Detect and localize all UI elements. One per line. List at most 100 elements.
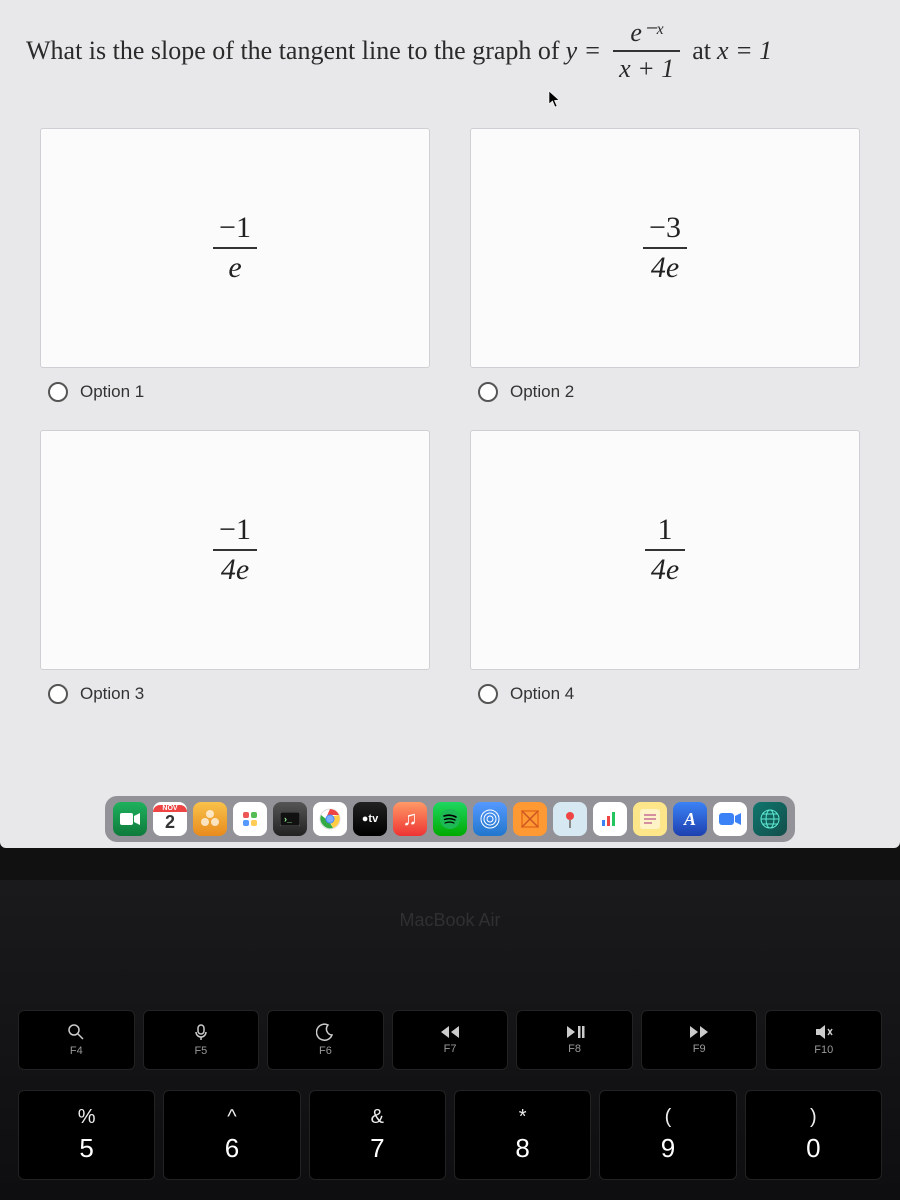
key-f5-label: F5 xyxy=(194,1045,207,1057)
mic-icon xyxy=(192,1023,210,1041)
dock-terminal-icon[interactable]: ›_ xyxy=(273,802,307,836)
option-4-card[interactable]: 1 4e xyxy=(470,430,860,670)
cursor-icon xyxy=(548,90,562,108)
dock-spotify-icon[interactable] xyxy=(433,802,467,836)
dock-app-icon-2[interactable] xyxy=(513,802,547,836)
number-key-row: % 5 ^ 6 & 7 * 8 ( 9 ) 0 xyxy=(0,1080,900,1190)
question-yeq: y = xyxy=(566,36,602,66)
key-7[interactable]: & 7 xyxy=(309,1090,446,1180)
fast-forward-icon xyxy=(688,1025,710,1039)
key-6-number: 6 xyxy=(225,1133,239,1164)
key-f5[interactable]: F5 xyxy=(143,1010,260,1070)
dock-stats-icon[interactable] xyxy=(593,802,627,836)
option-2-radio[interactable] xyxy=(478,382,498,402)
dock-chrome-icon[interactable] xyxy=(313,802,347,836)
dock-photos-icon[interactable] xyxy=(193,802,227,836)
key-5-number: 5 xyxy=(79,1133,93,1164)
question-at: at xyxy=(692,36,711,66)
macbook-label: MacBook Air xyxy=(0,880,900,1000)
option-2-radio-row[interactable]: Option 2 xyxy=(470,368,860,406)
option-4-block: 1 4e Option 4 xyxy=(470,430,860,708)
key-f8-label: F8 xyxy=(568,1043,581,1055)
key-0-symbol: ) xyxy=(810,1106,817,1129)
key-8-symbol: * xyxy=(519,1106,527,1129)
option-3-card[interactable]: −1 4e xyxy=(40,430,430,670)
option-3-radio[interactable] xyxy=(48,684,68,704)
key-5[interactable]: % 5 xyxy=(18,1090,155,1180)
key-f6-label: F6 xyxy=(319,1045,332,1057)
option-4-numerator: 1 xyxy=(651,513,678,547)
option-2-label: Option 2 xyxy=(510,382,574,402)
option-3-numerator: −1 xyxy=(213,513,257,547)
calendar-month: NOV xyxy=(153,805,187,812)
dock-music-icon[interactable]: ♫ xyxy=(393,802,427,836)
key-f7[interactable]: F7 xyxy=(392,1010,509,1070)
key-6[interactable]: ^ 6 xyxy=(163,1090,300,1180)
dock-airdrop-icon[interactable] xyxy=(473,802,507,836)
dock-tv-label: ●tv xyxy=(362,813,378,825)
function-key-row: F4 F5 F6 F7 F8 F9 F10 xyxy=(0,1000,900,1080)
key-f8[interactable]: F8 xyxy=(516,1010,633,1070)
option-3-block: −1 4e Option 3 xyxy=(40,430,430,708)
option-2-card[interactable]: −3 4e xyxy=(470,128,860,368)
fraction-denominator: x + 1 xyxy=(613,54,680,84)
question-text: What is the slope of the tangent line to… xyxy=(0,0,900,88)
keyboard: MacBook Air F4 F5 F6 F7 F8 F9 F10 xyxy=(0,880,900,1200)
option-3-denominator: 4e xyxy=(215,553,255,587)
dock-camera-icon[interactable] xyxy=(713,802,747,836)
key-f9-label: F9 xyxy=(693,1043,706,1055)
option-1-radio-row[interactable]: Option 1 xyxy=(40,368,430,406)
key-9[interactable]: ( 9 xyxy=(599,1090,736,1180)
option-1-numerator: −1 xyxy=(213,211,257,245)
key-8-number: 8 xyxy=(515,1133,529,1164)
option-3-label: Option 3 xyxy=(80,684,144,704)
dock-container: NOV 2 ›_ ●tv ♫ xyxy=(0,796,900,848)
dock-thumbtack-icon[interactable] xyxy=(553,802,587,836)
option-4-radio[interactable] xyxy=(478,684,498,704)
play-pause-icon xyxy=(565,1025,585,1039)
question-xval: x = 1 xyxy=(717,36,772,66)
key-0[interactable]: ) 0 xyxy=(745,1090,882,1180)
search-icon xyxy=(67,1023,85,1041)
svg-text:›_: ›_ xyxy=(284,814,293,824)
dock-notes-icon[interactable] xyxy=(633,802,667,836)
rewind-icon xyxy=(439,1025,461,1039)
option-4-denominator: 4e xyxy=(645,553,685,587)
fraction-numerator: e⁻ˣ xyxy=(624,18,669,48)
calendar-day: 2 xyxy=(165,812,175,833)
dock-facetime-icon[interactable] xyxy=(113,802,147,836)
dock-globe-icon[interactable] xyxy=(753,802,787,836)
option-1-fraction: −1 e xyxy=(213,211,257,285)
key-5-symbol: % xyxy=(78,1106,96,1129)
dock-font-icon[interactable]: A xyxy=(673,802,707,836)
key-9-symbol: ( xyxy=(665,1106,672,1129)
option-2-numerator: −3 xyxy=(643,211,687,245)
key-f4[interactable]: F4 xyxy=(18,1010,135,1070)
option-4-radio-row[interactable]: Option 4 xyxy=(470,670,860,708)
dock-calendar-icon[interactable]: NOV 2 xyxy=(153,802,187,836)
options-grid: −1 e Option 1 −3 4e Option 2 xyxy=(0,88,900,728)
key-f6[interactable]: F6 xyxy=(267,1010,384,1070)
key-8[interactable]: * 8 xyxy=(454,1090,591,1180)
option-1-radio[interactable] xyxy=(48,382,68,402)
option-1-block: −1 e Option 1 xyxy=(40,128,430,406)
question-prefix: What is the slope of the tangent line to… xyxy=(26,36,560,66)
option-1-card[interactable]: −1 e xyxy=(40,128,430,368)
question-fraction: e⁻ˣ x + 1 xyxy=(613,18,680,84)
key-f10-label: F10 xyxy=(814,1044,833,1056)
mute-icon xyxy=(814,1024,834,1040)
moon-icon xyxy=(316,1023,334,1041)
key-f9[interactable]: F9 xyxy=(641,1010,758,1070)
option-4-fraction: 1 4e xyxy=(645,513,685,587)
key-6-symbol: ^ xyxy=(227,1106,236,1129)
option-4-label: Option 4 xyxy=(510,684,574,704)
dock-apple-tv-icon[interactable]: ●tv xyxy=(353,802,387,836)
option-3-fraction: −1 4e xyxy=(213,513,257,587)
dock-app-icon-1[interactable] xyxy=(233,802,267,836)
key-f10[interactable]: F10 xyxy=(765,1010,882,1070)
option-3-radio-row[interactable]: Option 3 xyxy=(40,670,430,708)
screen: What is the slope of the tangent line to… xyxy=(0,0,900,848)
key-7-number: 7 xyxy=(370,1133,384,1164)
option-2-block: −3 4e Option 2 xyxy=(470,128,860,406)
option-2-denominator: 4e xyxy=(645,251,685,285)
